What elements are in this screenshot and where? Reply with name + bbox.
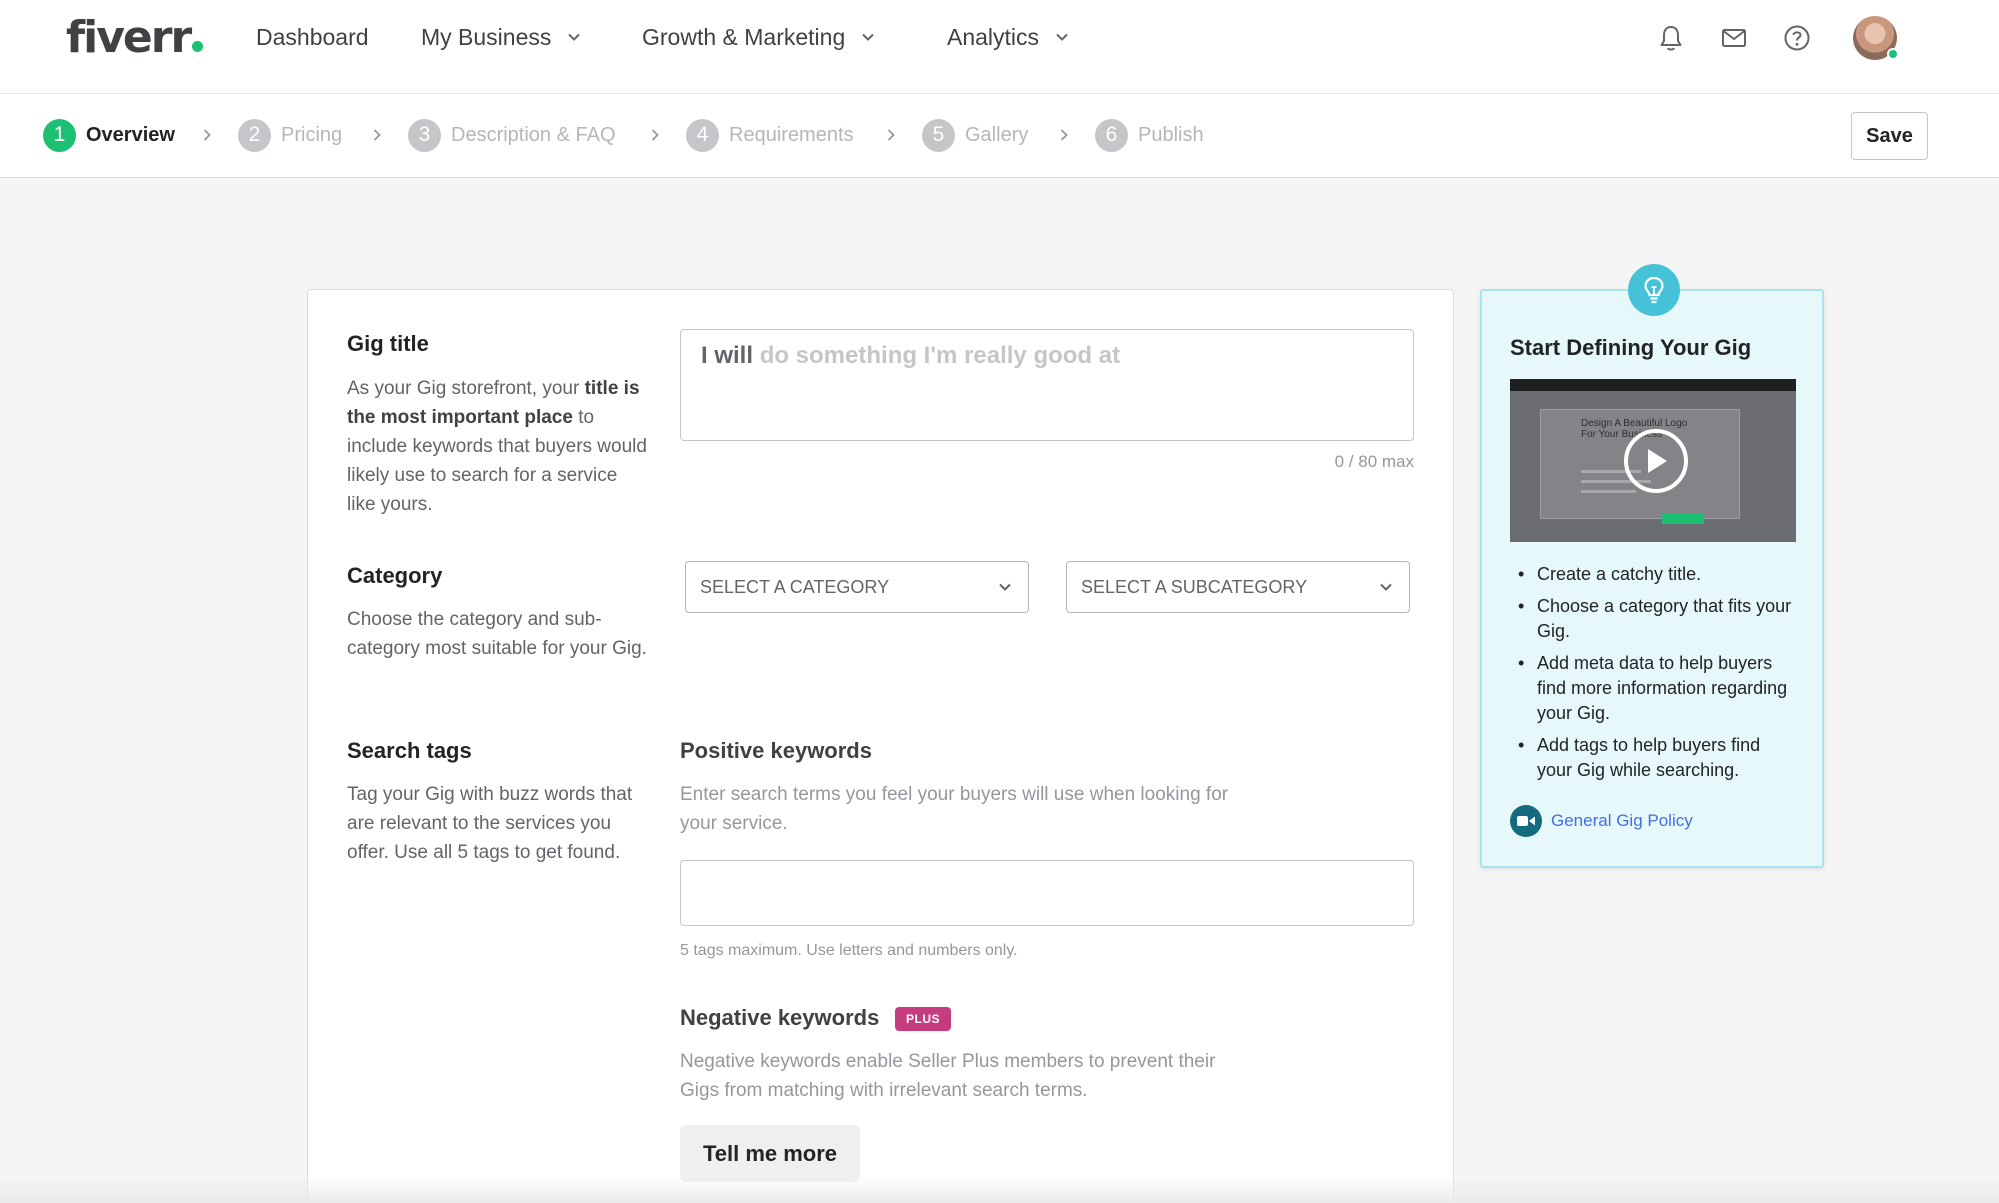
video-frame-line <box>1581 490 1636 493</box>
gig-title-prefix: I will <box>701 342 754 369</box>
nav-dashboard[interactable]: Dashboard <box>256 22 369 52</box>
step-publish[interactable]: 6 Publish <box>1095 118 1204 152</box>
chevron-right-icon <box>373 129 381 141</box>
nav-analytics[interactable]: Analytics <box>947 22 1071 52</box>
nav-growth-marketing-label: Growth & Marketing <box>642 24 846 50</box>
tip-item: Add tags to help buyers find your Gig wh… <box>1510 733 1800 783</box>
logo-text: fiverr <box>66 12 192 63</box>
save-button[interactable]: Save <box>1851 112 1928 160</box>
nav-growth-marketing[interactable]: Growth & Marketing <box>642 22 877 52</box>
video-frame-header <box>1510 379 1796 391</box>
chevron-down-icon <box>1056 33 1068 41</box>
mail-icon[interactable] <box>1718 22 1750 54</box>
tip-item: Create a catchy title. <box>1510 562 1800 587</box>
positive-keywords-input[interactable] <box>680 860 1414 926</box>
step-label: Publish <box>1138 123 1204 146</box>
step-overview[interactable]: 1 Overview <box>43 118 175 152</box>
step-pricing[interactable]: 2 Pricing <box>238 118 342 152</box>
category-description: Choose the category and sub-category mos… <box>347 609 647 659</box>
tip-item: Add meta data to help buyers find more i… <box>1510 651 1800 726</box>
gig-title-input[interactable]: I will do something I'm really good at <box>680 329 1414 441</box>
help-icon[interactable] <box>1781 22 1813 54</box>
fiverr-logo[interactable]: fiverr <box>66 10 204 66</box>
bottom-scroll-shade <box>0 1176 1999 1203</box>
negative-keywords-description: Negative keywords enable Seller Plus mem… <box>680 1051 1216 1101</box>
video-frame-button <box>1662 514 1704 524</box>
policy-link-label: General Gig Policy <box>1551 811 1693 830</box>
subcategory-select[interactable]: SELECT A SUBCATEGORY <box>1066 561 1410 613</box>
search-tags-heading: Search tags <box>347 738 472 763</box>
category-select[interactable]: SELECT A CATEGORY <box>685 561 1029 613</box>
gig-title-heading: Gig title <box>347 331 429 356</box>
step-description-faq[interactable]: 3 Description & FAQ <box>408 118 616 152</box>
step-number: 6 <box>1095 118 1128 152</box>
chevron-right-icon <box>651 129 659 141</box>
step-number: 4 <box>686 118 719 152</box>
step-label: Gallery <box>965 123 1029 146</box>
general-gig-policy-link[interactable]: General Gig Policy <box>1510 805 1693 837</box>
user-avatar[interactable] <box>1853 16 1899 60</box>
category-select-value: SELECT A CATEGORY <box>700 576 890 597</box>
search-tags-description: Tag your Gig with buzz words that are re… <box>347 784 633 863</box>
step-label: Pricing <box>281 123 343 146</box>
step-number: 3 <box>408 118 441 152</box>
logo-dot <box>192 41 204 52</box>
video-camera-icon <box>1510 805 1542 837</box>
tip-item: Choose a category that fits your Gig. <box>1510 594 1800 644</box>
nav-my-business-label: My Business <box>421 24 552 50</box>
step-number: 5 <box>922 118 955 152</box>
bell-icon[interactable] <box>1655 22 1687 54</box>
gig-overview-form: Gig title As your Gig storefront, your t… <box>307 289 1454 1203</box>
chevron-down-icon <box>999 583 1011 591</box>
play-icon[interactable] <box>1624 429 1688 493</box>
gig-title-placeholder: do something I'm really good at <box>759 342 1121 369</box>
plus-badge: PLUS <box>895 1007 951 1031</box>
step-requirements[interactable]: 4 Requirements <box>686 118 854 152</box>
tags-limit-note: 5 tags maximum. Use letters and numbers … <box>680 942 1018 959</box>
tutorial-video-thumbnail[interactable]: Design A Beautiful Logo For Your Busines… <box>1510 379 1796 542</box>
tips-list: Create a catchy title. Choose a category… <box>1510 562 1800 790</box>
step-label: Requirements <box>729 123 854 146</box>
gig-title-description: As your Gig storefront, your title is th… <box>347 374 647 519</box>
step-number: 2 <box>238 118 271 152</box>
subcategory-select-value: SELECT A SUBCATEGORY <box>1081 576 1308 597</box>
category-heading: Category <box>347 563 443 588</box>
negative-keywords-heading: Negative keywords <box>680 1005 880 1030</box>
gig-title-desc-part1: As your Gig storefront, your <box>347 378 580 399</box>
chevron-right-icon <box>1060 129 1068 141</box>
nav-my-business[interactable]: My Business <box>421 22 583 52</box>
step-gallery[interactable]: 5 Gallery <box>922 118 1028 152</box>
step-label: Overview <box>86 123 175 146</box>
gig-title-char-counter: 0 / 80 max <box>1334 452 1414 471</box>
chevron-right-icon <box>887 129 895 141</box>
lightbulb-icon <box>1628 264 1680 316</box>
chevron-down-icon <box>862 33 874 41</box>
step-number: 1 <box>43 118 76 152</box>
positive-keywords-description: Enter search terms you feel your buyers … <box>680 784 1229 834</box>
nav-dashboard-label: Dashboard <box>256 24 369 50</box>
chevron-down-icon <box>568 33 581 41</box>
top-navigation: fiverr Dashboard My Business Growth & Ma… <box>0 0 1999 94</box>
chevron-right-icon <box>203 129 211 141</box>
tips-panel-title: Start Defining Your Gig <box>1510 335 1752 360</box>
online-status-dot <box>1887 48 1899 60</box>
step-label: Description & FAQ <box>451 123 616 146</box>
chevron-down-icon <box>1380 583 1392 591</box>
gig-tips-panel: Start Defining Your Gig Design A Beautif… <box>1480 264 1824 868</box>
positive-keywords-heading: Positive keywords <box>680 738 872 763</box>
gig-steps-bar: 1 Overview 2 Pricing 3 Description & FAQ… <box>0 94 1999 178</box>
tell-me-more-button[interactable]: Tell me more <box>680 1125 860 1182</box>
nav-analytics-label: Analytics <box>947 24 1040 50</box>
